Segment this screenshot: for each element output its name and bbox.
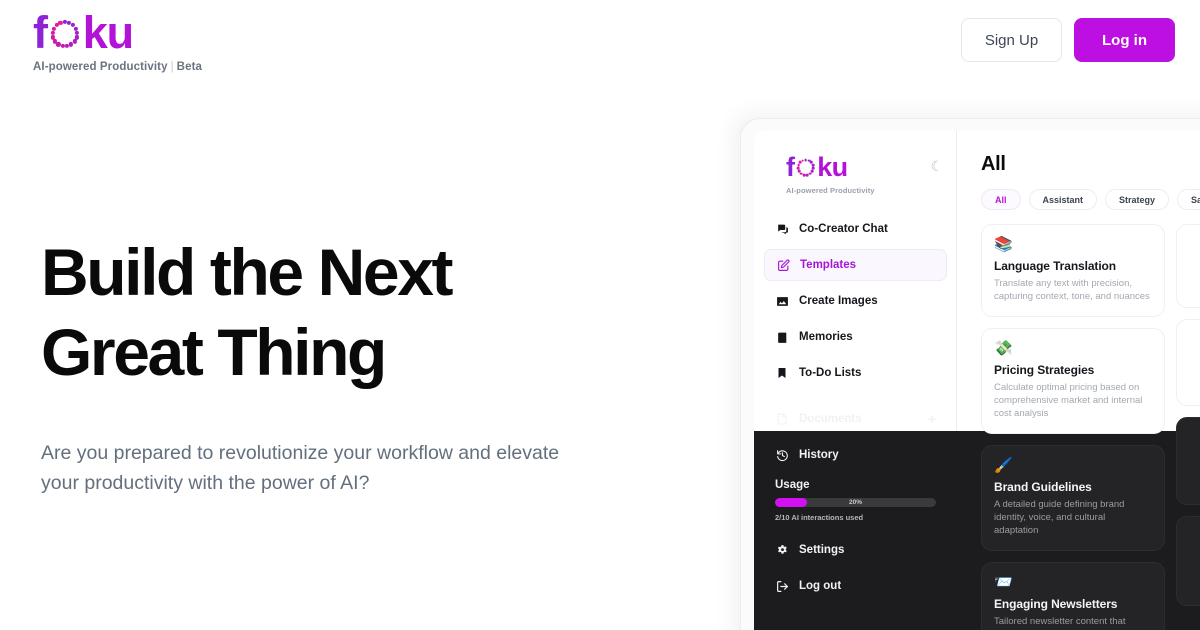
envelope-emoji-icon: 📨 [994, 574, 1013, 591]
auth-actions: Sign Up Log in [961, 18, 1175, 62]
page-title: Build the Next Great Thing [41, 232, 661, 392]
card-column-left: 📚 Language Translation Translate any tex… [981, 224, 1165, 630]
sidebar-item-settings[interactable]: Settings [764, 534, 947, 566]
history-clock-icon [775, 449, 789, 462]
filter-chip-assistant[interactable]: Assistant [1028, 189, 1098, 210]
sidebar-nav: Co-Creator Chat Templates Create Images … [754, 213, 957, 602]
logo-text-after: ku [82, 7, 134, 58]
filter-chip-all[interactable]: All [981, 189, 1021, 210]
template-card-brand-guidelines[interactable]: 🖌️ Brand Guidelines A detailed guide def… [981, 445, 1165, 551]
sidebar-item-to-do-lists[interactable]: To-Do Lists [764, 357, 947, 389]
card-description: Calculate optimal pricing based on compr… [994, 382, 1143, 419]
sidebar-item-label: Templates [800, 259, 857, 271]
logo-text-before: f [33, 7, 48, 58]
sidebar-item-label: To-Do Lists [799, 367, 862, 379]
landing-page: f ku AI-powered Productivity | Beta Sign Up… [0, 0, 1200, 630]
sidebar-item-label: Memories [799, 331, 853, 343]
chat-bubbles-icon [775, 223, 789, 236]
template-card-clipped[interactable] [1176, 516, 1200, 606]
template-card-clipped[interactable] [1176, 319, 1200, 406]
sidebar-item-templates[interactable]: Templates [764, 249, 947, 281]
site-header: f ku AI-powered Productivity | Beta Sign Up… [0, 0, 1200, 92]
template-card-engaging-newsletters[interactable]: 📨 Engaging Newsletters Tailored newslett… [981, 562, 1165, 630]
app-logo[interactable]: f ku AI-powered Productivity [786, 153, 875, 195]
sidebar-item-label: Co-Creator Chat [799, 223, 888, 235]
sidebar-item-label: Create Images [799, 295, 878, 307]
card-description: Translate any text with precision, captu… [994, 278, 1150, 302]
tagline-text: AI-powered Productivity [33, 61, 168, 73]
card-description: Tailored newsletter content that resonat… [994, 616, 1136, 630]
filter-chip-strategy[interactable]: Strategy [1105, 189, 1170, 210]
app-dotted-circle-o-icon [795, 157, 816, 178]
card-title: Engaging Newsletters [994, 597, 1118, 611]
log-in-button[interactable]: Log in [1074, 18, 1175, 62]
sidebar-item-create-images[interactable]: Create Images [764, 285, 947, 317]
logout-icon [775, 580, 789, 593]
usage-title: Usage [775, 479, 810, 491]
money-emoji-icon: 💸 [994, 340, 1013, 357]
brand-tagline: AI-powered Productivity | Beta [33, 61, 202, 73]
books-emoji-icon: 📚 [994, 236, 1013, 253]
usage-percent-label: 20% [848, 499, 862, 506]
hero-section: Build the Next Great Thing Are you prepa… [41, 232, 661, 498]
moon-icon[interactable]: ☾ [930, 159, 943, 173]
add-document-icon[interactable]: + [928, 411, 936, 427]
card-title: Pricing Strategies [994, 363, 1095, 377]
template-card-clipped[interactable] [1176, 417, 1200, 505]
sidebar-item-co-creator-chat[interactable]: Co-Creator Chat [764, 213, 947, 245]
hero-subheading: Are you prepared to revolutionize your w… [41, 442, 560, 494]
hero-heading-line-2: Great Thing [41, 315, 387, 389]
usage-section: Usage 20% 2/10 AI interactions used [754, 475, 957, 522]
sidebar-item-label: Settings [799, 544, 845, 556]
template-card-pricing-strategies[interactable]: 💸 Pricing Strategies Calculate optimal p… [981, 328, 1165, 434]
app-logo-text-before: f [786, 152, 795, 182]
template-card-grid: 📚 Language Translation Translate any tex… [981, 224, 1200, 630]
logo[interactable]: f ku [33, 10, 202, 56]
app-main-panel: All All Assistant Strategy Sa 📚 Language… [957, 131, 1200, 630]
beta-badge: Beta [176, 61, 202, 73]
brand-block[interactable]: f ku AI-powered Productivity | Beta [33, 10, 202, 74]
app-preview-device: f ku AI-powered Productivity ☾ Co-Creator… [740, 118, 1200, 630]
app-tagline: AI-powered Productivity [786, 186, 875, 195]
sidebar-item-label: Documents [799, 413, 862, 425]
app-logo-text-after: ku [817, 152, 848, 182]
hero-heading-line-1: Build the Next [41, 235, 454, 309]
dotted-circle-o-icon [48, 17, 82, 51]
tagline-separator: | [170, 61, 174, 73]
book-icon [775, 331, 789, 344]
card-column-right-clipped [1176, 224, 1200, 630]
gear-icon [775, 544, 789, 557]
document-icon [775, 413, 789, 425]
app-screen: f ku AI-powered Productivity ☾ Co-Creator… [754, 131, 1200, 630]
usage-progress-bar: 20% [775, 498, 936, 507]
sidebar-item-label: History [799, 449, 839, 461]
paintbrush-emoji-icon: 🖌️ [994, 457, 1013, 474]
card-description: A detailed guide defining brand identity… [994, 499, 1125, 536]
card-title: Brand Guidelines [994, 480, 1092, 494]
bookmark-icon [775, 367, 789, 379]
usage-caption: 2/10 AI interactions used [775, 513, 864, 522]
sidebar-item-history[interactable]: History [764, 439, 947, 471]
filter-chips: All Assistant Strategy Sa [981, 189, 1200, 210]
template-card-language-translation[interactable]: 📚 Language Translation Translate any tex… [981, 224, 1165, 317]
sidebar-item-memories[interactable]: Memories [764, 321, 947, 353]
panel-title: All [981, 153, 1006, 175]
sidebar-item-label: Log out [799, 580, 842, 592]
template-card-clipped[interactable] [1176, 224, 1200, 308]
edit-square-icon [776, 258, 790, 272]
sidebar-item-log-out[interactable]: Log out [764, 570, 947, 602]
card-title: Language Translation [994, 259, 1117, 273]
sign-up-button[interactable]: Sign Up [961, 18, 1062, 62]
app-sidebar: f ku AI-powered Productivity ☾ Co-Creator… [754, 131, 957, 630]
filter-chip-sales[interactable]: Sa [1177, 189, 1200, 210]
image-icon [775, 295, 789, 308]
sidebar-item-documents[interactable]: Documents + [764, 403, 947, 435]
